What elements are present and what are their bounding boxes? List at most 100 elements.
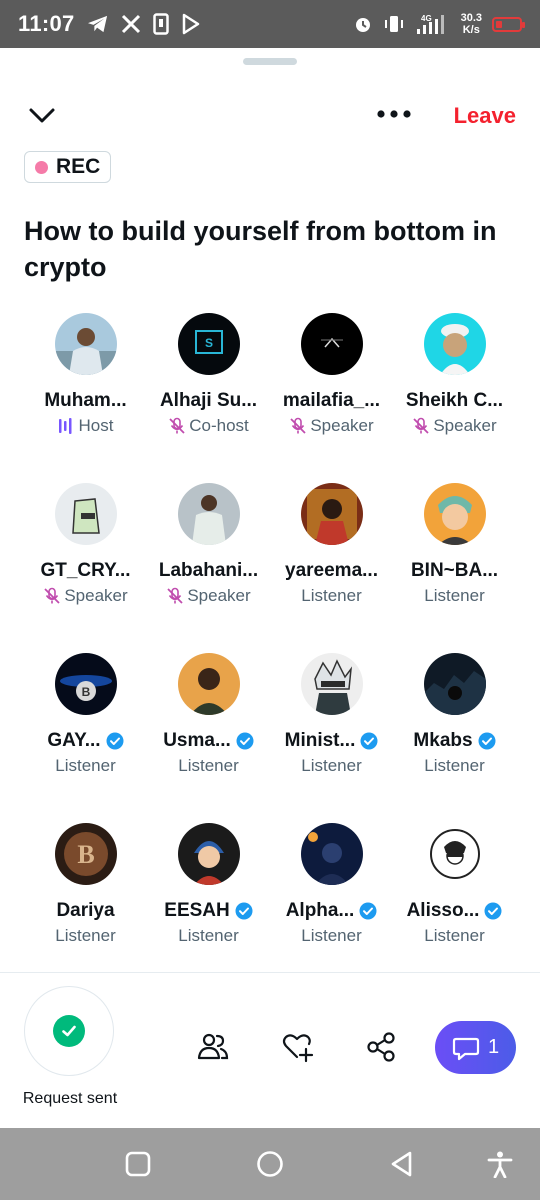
signal-icon: 4G xyxy=(416,14,444,34)
participant-role: Listener xyxy=(55,756,116,775)
sheet-grabber[interactable] xyxy=(243,58,297,65)
participant-card[interactable]: Alisso... Listener xyxy=(393,820,516,990)
rec-dot-icon xyxy=(35,160,48,174)
participant-name: yareema... xyxy=(285,560,378,581)
participant-role: Speaker xyxy=(289,416,374,436)
back-triangle-icon[interactable] xyxy=(388,1150,416,1178)
participant-card[interactable]: S Alhaji Su... Co-host xyxy=(147,310,270,480)
verified-badge-icon xyxy=(235,902,253,920)
participant-role: Listener xyxy=(301,756,362,775)
participant-name: Alpha... xyxy=(285,900,355,921)
avatar[interactable] xyxy=(300,483,363,545)
participants-grid: Muham... Host S Alhaji Su... Co-host mai… xyxy=(24,310,516,990)
participant-role: Listener xyxy=(55,926,116,945)
verified-badge-icon xyxy=(478,732,496,750)
participant-name: BIN~BA... xyxy=(410,560,499,581)
participant-role: Listener xyxy=(178,756,239,775)
verified-badge-icon xyxy=(236,732,254,750)
mic-off-icon xyxy=(167,587,183,604)
participant-name: Mkabs xyxy=(413,730,473,751)
play-store-icon xyxy=(182,13,199,35)
avatar[interactable] xyxy=(54,313,117,375)
participant-name: Minist... xyxy=(284,730,356,751)
vibrate-icon xyxy=(384,16,403,32)
participant-role: Speaker xyxy=(412,416,497,436)
avatar[interactable] xyxy=(423,483,486,545)
heart-plus-icon[interactable] xyxy=(280,1030,314,1064)
alarm-icon xyxy=(355,18,370,32)
telegram-icon xyxy=(87,15,107,33)
mic-off-icon xyxy=(413,417,429,434)
avatar[interactable] xyxy=(423,823,486,885)
participant-role: Listener xyxy=(178,926,239,945)
sim-icon xyxy=(152,13,169,35)
participant-name: Muham... xyxy=(44,390,127,411)
participants-icon[interactable] xyxy=(196,1030,230,1064)
participant-card[interactable]: Mkabs Listener xyxy=(393,650,516,820)
participant-name: Usma... xyxy=(163,730,231,751)
participant-name: GAY... xyxy=(47,730,101,751)
chat-bubble-icon xyxy=(452,1037,480,1060)
participant-card[interactable]: Minist... Listener xyxy=(270,650,393,820)
participant-card[interactable]: B Dariya Listener xyxy=(24,820,147,990)
space-header: Leave xyxy=(0,95,540,135)
participant-card[interactable]: yareema... Listener xyxy=(270,480,393,650)
verified-badge-icon xyxy=(484,902,502,920)
svg-text:B: B xyxy=(81,685,90,699)
verified-badge-icon xyxy=(359,902,377,920)
avatar[interactable] xyxy=(423,653,486,715)
participant-card[interactable]: BIN~BA... Listener xyxy=(393,480,516,650)
participant-role: Listener xyxy=(424,756,485,775)
navigation-bar xyxy=(0,1128,540,1200)
participant-card[interactable]: B GAY... Listener xyxy=(24,650,147,820)
participant-role: Host xyxy=(58,416,113,436)
request-to-speak-button[interactable] xyxy=(24,986,114,1076)
rec-label: REC xyxy=(56,155,101,178)
avatar[interactable] xyxy=(54,483,117,545)
participant-card[interactable]: Usma... Listener xyxy=(147,650,270,820)
participant-card[interactable]: GT_CRY... Speaker xyxy=(24,480,147,650)
avatar[interactable]: B xyxy=(54,823,117,885)
battery-icon xyxy=(492,16,525,32)
accessibility-icon[interactable] xyxy=(486,1150,514,1178)
participant-role: Listener xyxy=(424,586,485,605)
participant-name: mailafia_... xyxy=(282,390,381,411)
participant-role: Speaker xyxy=(166,586,251,606)
participant-name: Labahani... xyxy=(158,560,259,581)
participant-name: GT_CRY... xyxy=(40,560,131,581)
avatar[interactable] xyxy=(300,653,363,715)
verified-badge-icon xyxy=(360,732,378,750)
chevron-down-icon[interactable] xyxy=(26,99,58,131)
avatar[interactable] xyxy=(177,653,240,715)
home-circle-icon[interactable] xyxy=(256,1150,284,1178)
space-title: How to build yourself from bottom in cry… xyxy=(24,216,497,282)
avatar[interactable] xyxy=(300,823,363,885)
leave-button[interactable]: Leave xyxy=(454,103,516,129)
x-icon xyxy=(121,14,140,34)
avatar[interactable] xyxy=(423,313,486,375)
mic-off-icon xyxy=(169,417,185,434)
avatar[interactable]: B xyxy=(54,653,117,715)
mic-off-icon xyxy=(290,417,306,434)
participant-card[interactable]: Alpha... Listener xyxy=(270,820,393,990)
participant-name: Sheikh C... xyxy=(405,390,504,411)
participant-role: Co-host xyxy=(168,416,249,436)
participant-card[interactable]: Labahani... Speaker xyxy=(147,480,270,650)
participant-card[interactable]: Sheikh C... Speaker xyxy=(393,310,516,480)
avatar[interactable] xyxy=(300,313,363,375)
avatar[interactable]: S xyxy=(177,313,240,375)
chat-button[interactable]: 1 xyxy=(435,1021,516,1074)
recents-square-icon[interactable] xyxy=(124,1150,152,1178)
network-speed: 30.3 K/s xyxy=(460,12,482,36)
more-dots-icon[interactable] xyxy=(376,107,412,121)
avatar[interactable] xyxy=(177,823,240,885)
participant-card[interactable]: mailafia_... Speaker xyxy=(270,310,393,480)
participant-name: Dariya xyxy=(56,900,115,921)
rec-badge: REC xyxy=(24,151,112,183)
avatar[interactable] xyxy=(177,483,240,545)
divider xyxy=(0,972,540,973)
participant-card[interactable]: Muham... Host xyxy=(24,310,147,480)
speaking-bars-icon xyxy=(58,418,72,434)
participant-card[interactable]: EESAH Listener xyxy=(147,820,270,990)
share-icon[interactable] xyxy=(364,1030,398,1064)
